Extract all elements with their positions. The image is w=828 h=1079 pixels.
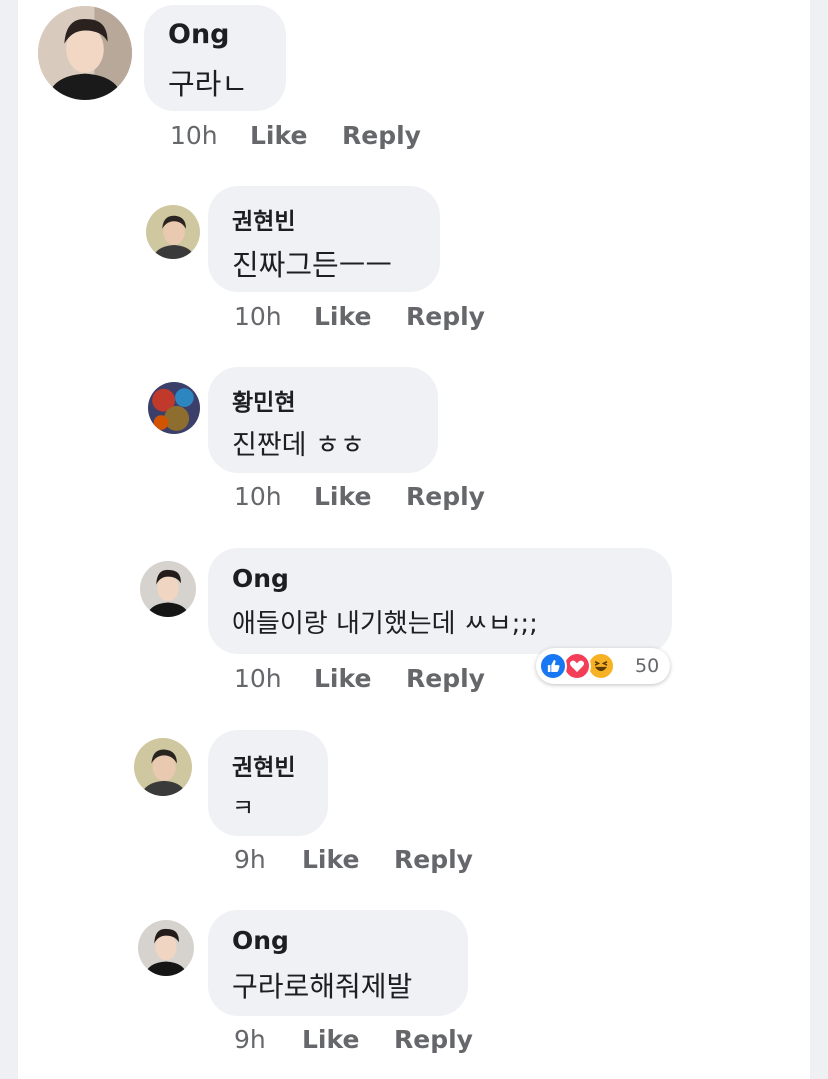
comment-time[interactable]: 10h (170, 121, 218, 150)
avatar[interactable] (38, 6, 132, 100)
reply-item: 황민현 진짠데 ㅎㅎ 10h Like Reply (18, 362, 810, 522)
comment-author[interactable]: Ong (168, 19, 230, 50)
comment-meta: 10h Like Reply (234, 482, 534, 512)
avatar[interactable] (138, 920, 194, 976)
comment-meta: 9h Like Reply (234, 845, 534, 875)
like-link[interactable]: Like (314, 664, 371, 693)
comment-bubble: 권현빈 ㅋ (208, 730, 328, 836)
avatar[interactable] (148, 382, 200, 434)
reply-item: 권현빈 진짜그든ㅡㅡ 10h Like Reply (18, 180, 810, 340)
comment-author[interactable]: 권현빈 (232, 202, 295, 236)
haha-icon (587, 652, 615, 680)
avatar[interactable] (140, 561, 196, 617)
comment-bubble: 황민현 진짠데 ㅎㅎ (208, 367, 438, 473)
comment-time[interactable]: 10h (234, 482, 282, 511)
avatar[interactable] (146, 205, 200, 259)
avatar-photo (140, 561, 196, 617)
comment-time[interactable]: 9h (234, 845, 266, 874)
comment-text: 진짠데 ㅎㅎ (232, 430, 365, 461)
comment-bubble: Ong 애들이랑 내기했는데 ㅆㅂ;;; (208, 548, 672, 654)
reply-link[interactable]: Reply (406, 482, 485, 511)
comment-bubble: 권현빈 진짜그든ㅡㅡ (208, 186, 440, 292)
comment-thread: Ong 구라ㄴ 10h Like Reply 권현빈 진짜그든ㅡㅡ 10h Li… (18, 0, 810, 1079)
reply-item: Ong 구라로해줘제발 9h Like Reply (18, 908, 810, 1068)
like-link[interactable]: Like (302, 1025, 359, 1054)
comment-author[interactable]: 권현빈 (232, 748, 295, 782)
reply-link[interactable]: Reply (394, 845, 473, 874)
comment-bubble: Ong 구라로해줘제발 (208, 910, 468, 1016)
comment-bubble: Ong 구라ㄴ (144, 5, 286, 111)
reaction-count: 50 (635, 655, 660, 677)
comment-text: 애들이랑 내기했는데 ㅆㅂ;;; (232, 609, 538, 639)
comment-author[interactable]: Ong (232, 564, 289, 593)
comment-time[interactable]: 10h (234, 302, 282, 331)
reply-link[interactable]: Reply (394, 1025, 473, 1054)
comment-meta: 10h Like Reply (234, 302, 534, 332)
comment-text: ㅋ (232, 794, 255, 822)
avatar-photo (148, 382, 200, 434)
like-icon (539, 652, 567, 680)
like-link[interactable]: Like (314, 482, 371, 511)
comment-time[interactable]: 10h (234, 664, 282, 693)
comment-text: 구라로해줘제발 (232, 970, 413, 1003)
avatar-photo (38, 6, 132, 100)
like-link[interactable]: Like (250, 121, 307, 150)
comment-author[interactable]: 황민현 (232, 383, 295, 417)
comment-text: 진짜그든ㅡㅡ (232, 248, 393, 282)
like-link[interactable]: Like (314, 302, 371, 331)
avatar-photo (138, 920, 194, 976)
reply-item: Ong 애들이랑 내기했는데 ㅆㅂ;;; 50 10h Like Reply (18, 545, 810, 705)
comment-time[interactable]: 9h (234, 1025, 266, 1054)
comment-item: Ong 구라ㄴ 10h Like Reply (18, 0, 810, 160)
reaction-summary[interactable]: 50 (536, 648, 670, 684)
like-link[interactable]: Like (302, 845, 359, 874)
comment-meta: 10h Like Reply (234, 664, 534, 694)
avatar-photo (146, 205, 200, 259)
love-icon (563, 652, 591, 680)
comment-meta: 10h Like Reply (170, 121, 470, 151)
comment-meta: 9h Like Reply (234, 1025, 534, 1055)
comment-author[interactable]: Ong (232, 926, 289, 955)
reply-item: 권현빈 ㅋ 9h Like Reply (18, 728, 810, 888)
avatar[interactable] (134, 738, 192, 796)
reply-link[interactable]: Reply (406, 302, 485, 331)
reply-link[interactable]: Reply (342, 121, 421, 150)
comment-text: 구라ㄴ (168, 67, 249, 101)
avatar-photo (134, 738, 192, 796)
reply-link[interactable]: Reply (406, 664, 485, 693)
